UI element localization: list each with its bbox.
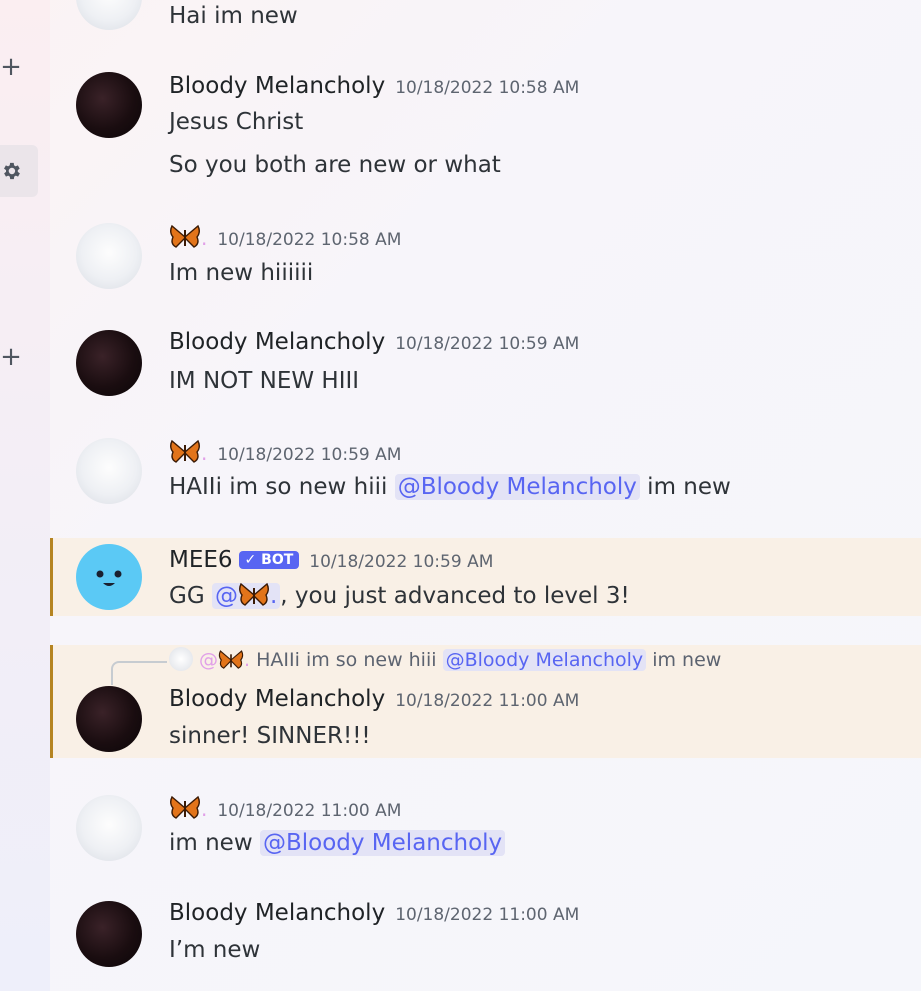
plus-icon[interactable]: + (0, 54, 22, 80)
username[interactable]: Bloody Melancholy (169, 900, 385, 926)
message-text: HAIIi im so new hiii @Bloody Melancholy … (169, 474, 731, 500)
timestamp: 10/18/2022 10:59 AM (309, 552, 494, 572)
butterfly-icon (218, 650, 244, 669)
message-text: So you both are new or what (169, 152, 501, 178)
message-highlighted: @ . HAIIi im so new hiii @Bloody Melanch… (50, 645, 921, 758)
server-sidebar: + + (0, 0, 50, 991)
user-mention[interactable]: @Bloody Melancholy (394, 474, 640, 500)
message: . 10/18/2022 11:00 AM im new @Bloody Mela… (50, 792, 921, 872)
user-mention[interactable]: @Bloody Melancholy (259, 830, 506, 856)
gear-icon (4, 162, 20, 180)
avatar[interactable] (76, 544, 142, 610)
message-text: IM NOT NEW HIII (169, 368, 360, 394)
avatar[interactable] (76, 223, 142, 289)
avatar[interactable] (76, 438, 142, 504)
message: . 10/18/2022 10:58 AM Im new hiiiiii (50, 220, 921, 300)
avatar[interactable] (76, 795, 142, 861)
username[interactable]: Bloody Melancholy (169, 686, 385, 712)
timestamp: 10/18/2022 10:58 AM (217, 230, 402, 250)
username-dot: . (201, 441, 208, 465)
username-dot: . (201, 226, 208, 250)
reply-connector (111, 661, 167, 685)
timestamp: 10/18/2022 10:59 AM (395, 334, 580, 354)
avatar[interactable] (76, 0, 142, 30)
reply-avatar (169, 647, 193, 671)
username[interactable]: MEE6 (169, 547, 233, 573)
message: Hai im new (50, 0, 921, 40)
bot-badge: ✓ BOT (238, 551, 300, 569)
message-text: im new @Bloody Melancholy (169, 830, 506, 856)
avatar[interactable] (76, 901, 142, 967)
message: Bloody Melancholy 10/18/2022 11:00 AM I’m… (50, 899, 921, 979)
reply-preview[interactable]: @ . HAIIi im so new hiii @Bloody Melanch… (169, 647, 721, 671)
timestamp: 10/18/2022 10:58 AM (395, 78, 580, 98)
timestamp: 10/18/2022 11:00 AM (395, 691, 580, 711)
settings-button[interactable] (0, 145, 38, 197)
avatar[interactable] (76, 330, 142, 396)
butterfly-icon[interactable] (169, 439, 201, 465)
butterfly-icon (239, 582, 269, 606)
message: . 10/18/2022 10:59 AM HAIIi im so new hii… (50, 436, 921, 516)
user-mention[interactable]: @ . (211, 582, 281, 609)
user-mention[interactable]: @Bloody Melancholy (442, 649, 647, 671)
message-text: I’m new (169, 937, 261, 963)
avatar[interactable] (76, 72, 142, 138)
butterfly-icon[interactable] (169, 224, 201, 250)
timestamp: 10/18/2022 11:00 AM (217, 801, 402, 821)
message: Bloody Melancholy 10/18/2022 10:58 AM Jes… (50, 70, 921, 190)
username[interactable]: Bloody Melancholy (169, 73, 385, 99)
username[interactable]: Bloody Melancholy (169, 329, 385, 355)
message-text: Im new hiiiiii (169, 260, 314, 286)
butterfly-icon[interactable] (169, 795, 201, 821)
timestamp: 10/18/2022 11:00 AM (395, 905, 580, 925)
chat-messages: Hai im new Bloody Melancholy 10/18/2022 1… (50, 0, 921, 991)
plus-icon[interactable]: + (0, 344, 22, 370)
mee6-face-icon (96, 570, 122, 586)
message: Bloody Melancholy 10/18/2022 10:59 AM IM … (50, 328, 921, 408)
message-text: Hai im new (169, 3, 298, 29)
message-highlighted: MEE6 ✓ BOT 10/18/2022 10:59 AM GG @ ., you… (50, 538, 921, 616)
timestamp: 10/18/2022 10:59 AM (217, 445, 402, 465)
username-dot: . (201, 797, 208, 821)
avatar[interactable] (76, 686, 142, 752)
message-text: Jesus Christ (169, 109, 304, 135)
message-text: sinner! SINNER!!! (169, 723, 371, 749)
message-text: GG @ ., you just advanced to level 3! (169, 582, 630, 609)
